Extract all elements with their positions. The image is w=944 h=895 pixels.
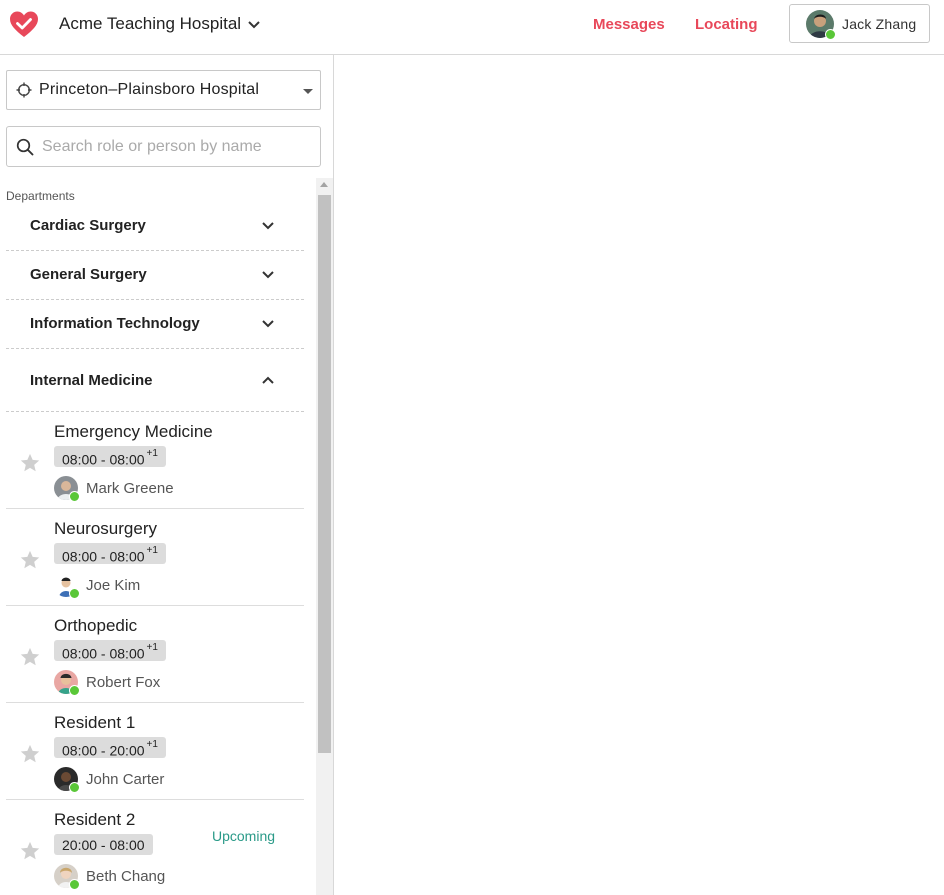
person-name: Joe Kim bbox=[86, 576, 141, 594]
caret-down-icon bbox=[303, 89, 313, 94]
person-avatar bbox=[54, 864, 80, 890]
day-offset: +1 bbox=[146, 642, 158, 653]
user-menu-button[interactable]: Jack Zhang bbox=[789, 4, 930, 43]
role-item-emergency-medicine[interactable]: Emergency Medicine 08:00 - 08:00 +1 Mark … bbox=[6, 412, 304, 509]
department-name: Information Technology bbox=[30, 315, 200, 332]
day-offset: +1 bbox=[146, 448, 158, 459]
shift-badge: 08:00 - 08:00 +1 bbox=[54, 446, 166, 468]
scroll-up-arrow-icon[interactable] bbox=[320, 182, 328, 187]
search-input[interactable] bbox=[40, 136, 304, 157]
assigned-person[interactable]: Robert Fox bbox=[54, 670, 161, 696]
department-cardiac-surgery[interactable]: Cardiac Surgery bbox=[6, 201, 304, 251]
org-switcher[interactable]: Acme Teaching Hospital bbox=[59, 14, 261, 34]
chevron-down-icon bbox=[262, 222, 274, 230]
department-general-surgery[interactable]: General Surgery bbox=[6, 250, 304, 300]
online-status-dot bbox=[825, 28, 836, 40]
online-status-dot bbox=[69, 588, 80, 599]
sidebar-scrollbar[interactable] bbox=[316, 178, 333, 895]
assigned-person[interactable]: Beth Chang bbox=[54, 864, 166, 890]
hospital-select[interactable]: Princeton–Plainsboro Hospital bbox=[6, 70, 321, 110]
main-content-area bbox=[334, 55, 944, 895]
shift-time: 20:00 - 08:00 bbox=[62, 837, 145, 853]
shift-badge: 20:00 - 08:00 bbox=[54, 834, 153, 855]
org-name: Acme Teaching Hospital bbox=[59, 14, 242, 33]
search-box bbox=[6, 126, 321, 167]
nav-locating-link[interactable]: Locating bbox=[695, 16, 758, 33]
sidebar: Princeton–Plainsboro Hospital Department… bbox=[0, 55, 334, 895]
person-avatar bbox=[54, 573, 80, 599]
nav-messages-link[interactable]: Messages bbox=[593, 16, 665, 33]
chevron-down-icon bbox=[262, 271, 274, 279]
role-name: Resident 2 bbox=[54, 810, 136, 829]
person-name: Mark Greene bbox=[86, 479, 174, 497]
scrollbar-thumb[interactable] bbox=[318, 195, 331, 753]
role-item-orthopedic[interactable]: Orthopedic 08:00 - 08:00 +1 Robert Fox bbox=[6, 606, 304, 703]
user-avatar bbox=[806, 9, 836, 40]
shift-badge: 08:00 - 08:00 +1 bbox=[54, 640, 166, 662]
person-name: John Carter bbox=[86, 770, 165, 788]
top-bar: Acme Teaching Hospital Messages Locating… bbox=[0, 0, 944, 55]
role-name: Emergency Medicine bbox=[54, 422, 213, 441]
person-name: Beth Chang bbox=[86, 867, 166, 885]
assigned-person[interactable]: Joe Kim bbox=[54, 573, 141, 599]
shift-badge: 08:00 - 20:00 +1 bbox=[54, 737, 166, 759]
person-avatar bbox=[54, 476, 80, 502]
department-list: Departments Cardiac Surgery General Surg… bbox=[0, 178, 316, 895]
heart-check-logo-icon[interactable] bbox=[9, 10, 39, 40]
favorite-star-icon[interactable] bbox=[19, 840, 41, 862]
role-item-neurosurgery[interactable]: Neurosurgery 08:00 - 08:00 +1 Joe Kim bbox=[6, 509, 304, 606]
user-name: Jack Zhang bbox=[842, 15, 917, 32]
hospital-name: Princeton–Plainsboro Hospital bbox=[39, 81, 260, 98]
department-name: Cardiac Surgery bbox=[30, 217, 146, 234]
role-item-resident-2[interactable]: Resident 2 20:00 - 08:00 Upcoming Beth C… bbox=[6, 800, 304, 895]
role-item-resident-1[interactable]: Resident 1 08:00 - 20:00 +1 John Carter bbox=[6, 703, 304, 800]
chevron-up-icon bbox=[262, 376, 274, 384]
department-name: Internal Medicine bbox=[30, 372, 153, 389]
day-offset: +1 bbox=[146, 739, 158, 750]
day-offset: +1 bbox=[146, 545, 158, 556]
online-status-dot bbox=[69, 879, 80, 890]
favorite-star-icon[interactable] bbox=[19, 549, 41, 571]
department-internal-medicine[interactable]: Internal Medicine bbox=[6, 348, 304, 412]
chevron-down-icon bbox=[248, 21, 260, 29]
upcoming-status-label: Upcoming bbox=[212, 828, 276, 844]
search-icon bbox=[16, 138, 34, 155]
shift-time: 08:00 - 08:00 bbox=[62, 548, 145, 565]
role-name: Neurosurgery bbox=[54, 519, 157, 538]
crosshair-icon bbox=[16, 82, 32, 98]
online-status-dot bbox=[69, 491, 80, 502]
department-name: General Surgery bbox=[30, 266, 147, 283]
shift-time: 08:00 - 20:00 bbox=[62, 742, 145, 759]
online-status-dot bbox=[69, 685, 80, 696]
shift-time: 08:00 - 08:00 bbox=[62, 645, 145, 662]
favorite-star-icon[interactable] bbox=[19, 646, 41, 668]
person-name: Robert Fox bbox=[86, 673, 161, 691]
favorite-star-icon[interactable] bbox=[19, 452, 41, 474]
role-name: Resident 1 bbox=[54, 713, 136, 732]
shift-time: 08:00 - 08:00 bbox=[62, 451, 145, 468]
assigned-person[interactable]: John Carter bbox=[54, 767, 165, 793]
role-name: Orthopedic bbox=[54, 616, 138, 635]
online-status-dot bbox=[69, 782, 80, 793]
shift-badge: 08:00 - 08:00 +1 bbox=[54, 543, 166, 565]
favorite-star-icon[interactable] bbox=[19, 743, 41, 765]
department-information-technology[interactable]: Information Technology bbox=[6, 299, 304, 349]
chevron-down-icon bbox=[262, 320, 274, 328]
person-avatar bbox=[54, 767, 80, 793]
assigned-person[interactable]: Mark Greene bbox=[54, 476, 174, 502]
person-avatar bbox=[54, 670, 80, 696]
